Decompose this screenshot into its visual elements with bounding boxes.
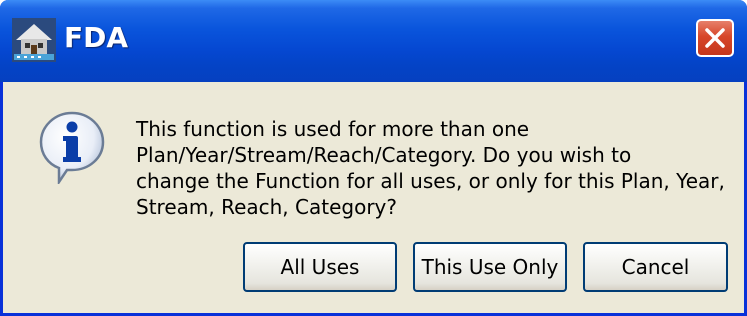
dialog-window: FDA This function is used for more than …: [0, 0, 747, 316]
dialog-message: This function is used for more than one …: [136, 116, 736, 220]
message-line: This function is used for more than one: [136, 117, 530, 141]
message-line: Stream, Reach, Category?: [136, 195, 397, 219]
all-uses-button[interactable]: All Uses: [243, 242, 397, 292]
cancel-button[interactable]: Cancel: [583, 242, 728, 292]
this-use-only-button[interactable]: This Use Only: [413, 242, 567, 292]
message-line: Plan/Year/Stream/Reach/Category. Do you …: [136, 143, 632, 167]
title-bar[interactable]: FDA: [0, 0, 747, 82]
info-icon: [37, 110, 107, 187]
window-title: FDA: [64, 21, 129, 54]
fda-app-icon: [12, 18, 56, 62]
close-button[interactable]: [696, 19, 734, 57]
message-line: change the Function for all uses, or onl…: [136, 169, 725, 193]
